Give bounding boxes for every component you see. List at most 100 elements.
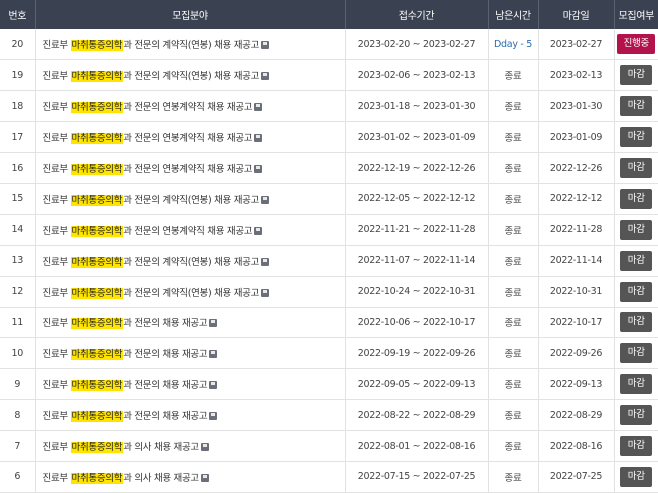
row-deadline: 2022-08-29 [538, 399, 615, 431]
table-row: 17 진료부 마취통증의학과 전문의 연봉계약직 채용 재공고 2023-01-… [0, 121, 658, 153]
file-icon [261, 195, 270, 204]
row-title-link[interactable]: 진료부 마취통증의학과 전문의 연봉계약직 채용 재공고 [43, 225, 253, 237]
title-prefix: 진료부 [42, 256, 71, 268]
row-deadline: 2022-09-26 [538, 337, 615, 369]
row-status-cell: 마감 [614, 60, 658, 91]
row-deadline: 2023-02-13 [538, 59, 615, 91]
row-remaining: Dday - 5 [488, 29, 539, 60]
status-button[interactable]: 마감 [620, 466, 653, 487]
row-title-link[interactable]: 진료부 마취통증의학과 전문의 채용 재공고 [42, 380, 208, 392]
row-title-link[interactable]: 진료부 마취통증의학과 전문의 계약직(연봉) 채용 재공고 [42, 71, 259, 83]
file-icon [261, 72, 270, 81]
status-button[interactable]: 마감 [620, 374, 653, 395]
row-period: 2023-02-20 ~ 2023-02-27 [345, 29, 489, 60]
row-period: 2023-01-18 ~ 2023-01-30 [345, 90, 489, 122]
row-remaining: 종료 [488, 461, 539, 493]
status-button[interactable]: 마감 [620, 158, 653, 178]
row-title-link[interactable]: 진료부 마취통증의학과 전문의 채용 재공고 [43, 411, 208, 423]
row-title-cell: 진료부 마취통증의학과 전문의 연봉계약직 채용 재공고 [35, 121, 346, 153]
row-remaining: 종료 [488, 368, 539, 400]
status-button[interactable]: 진행중 [617, 34, 656, 55]
file-icon [209, 350, 218, 359]
title-prefix: 진료부 [42, 380, 71, 392]
table-row: 19 진료부 마취통증의학과 전문의 계약직(연봉) 채용 재공고 2023-0… [0, 59, 658, 91]
status-button[interactable]: 마감 [620, 436, 653, 457]
title-prefix: 진료부 [42, 40, 71, 52]
file-icon [209, 319, 218, 328]
file-icon [254, 103, 263, 112]
title-suffix: 과 의사 채용 재공고 [123, 442, 199, 454]
row-deadline: 2023-01-09 [538, 121, 615, 153]
row-remaining: 종료 [488, 430, 539, 462]
table-row: 6 진료부 마취통증의학과 의사 채용 재공고 2022-07-15 ~ 202… [0, 461, 658, 493]
title-highlight: 마취통증의학 [70, 225, 124, 237]
row-title-cell: 진료부 마취통증의학과 전문의 채용 재공고 [35, 307, 346, 338]
title-suffix: 과 전문의 계약직(연봉) 채용 재공고 [123, 287, 260, 299]
row-title-link[interactable]: 진료부 마취통증의학과 전문의 연봉계약직 채용 재공고 [43, 164, 253, 175]
row-title-cell: 진료부 마취통증의학과 전문의 채용 재공고 [35, 399, 346, 431]
status-button[interactable]: 마감 [620, 343, 653, 364]
status-button[interactable]: 마감 [620, 188, 653, 209]
row-title-link[interactable]: 진료부 마취통증의학과 전문의 채용 재공고 [43, 318, 208, 330]
row-remaining: 종료 [488, 214, 539, 246]
row-status-cell: 마감 [614, 122, 658, 153]
status-button[interactable]: 마감 [620, 65, 653, 86]
table-row: 20 진료부 마취통증의학과 전문의 계약직(연봉) 채용 재공고 2023-0… [0, 29, 658, 60]
row-period: 2022-09-19 ~ 2022-09-26 [345, 337, 489, 369]
row-status-cell: 마감 [614, 400, 658, 431]
row-period: 2022-10-24 ~ 2022-10-31 [345, 276, 489, 308]
file-icon [254, 226, 263, 235]
title-highlight: 마취통증의학 [70, 164, 124, 175]
status-button[interactable]: 마감 [620, 281, 653, 302]
row-title-cell: 진료부 마취통증의학과 전문의 연봉계약직 채용 재공고 [35, 214, 346, 246]
row-status-cell: 진행중 [614, 29, 658, 60]
row-title-link[interactable]: 진료부 마취통증의학과 전문의 연봉계약직 채용 재공고 [43, 102, 253, 114]
status-button[interactable]: 마감 [620, 127, 653, 148]
header-row: 번호 모집분야 접수기간 남은시간 마감일 모집여부 [0, 0, 658, 29]
title-highlight: 마취통증의학 [70, 287, 124, 299]
row-title-link[interactable]: 진료부 마취통증의학과 전문의 채용 재공고 [43, 349, 208, 361]
row-deadline: 2022-07-25 [538, 461, 615, 493]
table-row: 14 진료부 마취통증의학과 전문의 연봉계약직 채용 재공고 2022-11-… [0, 214, 658, 246]
status-button[interactable]: 마감 [620, 250, 653, 271]
title-prefix: 진료부 [42, 71, 71, 83]
title-highlight: 마취통증의학 [70, 102, 124, 114]
row-period: 2022-12-05 ~ 2022-12-12 [345, 183, 489, 215]
header-period: 접수기간 [345, 0, 489, 29]
row-title-link[interactable]: 진료부 마취통증의학과 전문의 계약직(연봉) 채용 재공고 [43, 287, 260, 299]
row-deadline: 2022-11-14 [538, 245, 615, 277]
row-title-link[interactable]: 진료부 마취통증의학과 의사 채용 재공고 [43, 442, 199, 454]
status-button[interactable]: 마감 [620, 219, 653, 240]
row-title-link[interactable]: 진료부 마취통증의학과 의사 채용 재공고 [43, 472, 199, 484]
title-suffix: 과 전문의 채용 재공고 [123, 349, 208, 361]
row-number: 15 [0, 183, 36, 215]
title-suffix: 과 전문의 연봉계약직 채용 재공고 [123, 102, 253, 114]
status-button[interactable]: 마감 [620, 405, 653, 426]
row-status-cell: 마감 [614, 431, 658, 462]
row-period: 2022-08-01 ~ 2022-08-16 [345, 430, 489, 462]
header-status: 모집여부 [618, 11, 655, 22]
row-deadline: 2023-01-30 [538, 90, 615, 122]
header-deadline: 마감일 [538, 0, 615, 29]
file-icon [209, 412, 218, 421]
row-number: 11 [0, 307, 36, 338]
status-button[interactable]: 마감 [620, 312, 653, 333]
row-title-link[interactable]: 진료부 마취통증의학과 전문의 계약직(연봉) 채용 재공고 [43, 194, 259, 206]
row-period: 2022-12-19 ~ 2022-12-26 [345, 152, 489, 184]
row-remaining: 종료 [488, 90, 539, 122]
title-suffix: 과 전문의 채용 재공고 [123, 318, 208, 330]
row-period: 2023-02-06 ~ 2023-02-13 [345, 59, 489, 91]
row-period: 2022-08-22 ~ 2022-08-29 [345, 399, 489, 431]
row-number: 9 [0, 368, 36, 400]
row-period: 2022-07-15 ~ 2022-07-25 [345, 461, 489, 493]
header-no: 번호 [0, 0, 36, 29]
row-title-link[interactable]: 진료부 마취통증의학과 전문의 계약직(연봉) 채용 재공고 [42, 256, 259, 268]
status-button[interactable]: 마감 [620, 96, 653, 117]
row-status-cell: 마감 [614, 307, 658, 338]
table-row: 16 진료부 마취통증의학과 전문의 연봉계약직 채용 재공고 2022-12-… [0, 152, 658, 184]
row-title-link[interactable]: 진료부 마취통증의학과 전문의 계약직(연봉) 채용 재공고 [42, 40, 259, 52]
row-number: 12 [0, 276, 36, 308]
table-row: 18 진료부 마취통증의학과 전문의 연봉계약직 채용 재공고 2023-01-… [0, 90, 658, 122]
row-deadline: 2022-08-16 [538, 430, 615, 462]
row-title-link[interactable]: 진료부 마취통증의학과 전문의 연봉계약직 채용 재공고 [43, 133, 253, 145]
